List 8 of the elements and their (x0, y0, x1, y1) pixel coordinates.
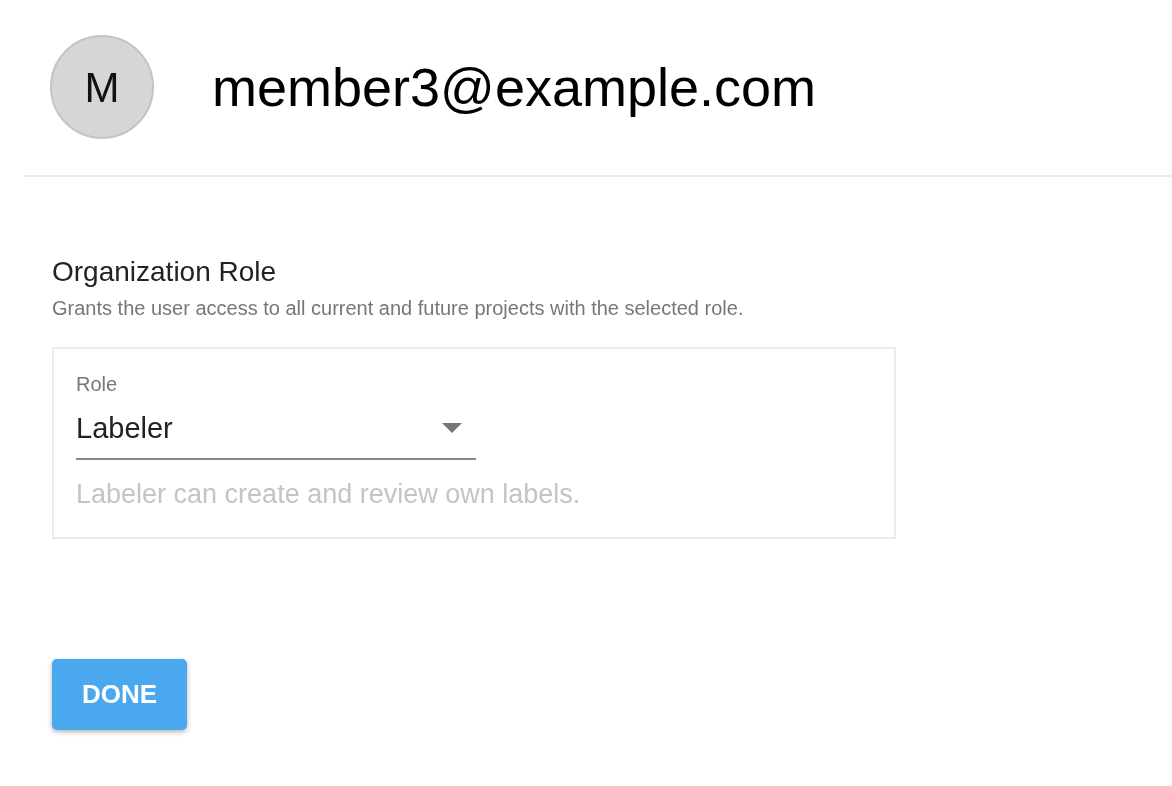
role-dropdown[interactable]: Labeler (76, 402, 476, 461)
field-label: Role (76, 371, 119, 397)
section-description: Grants the user access to all current and future projects with the selected role. (52, 295, 745, 321)
avatar: M (50, 35, 154, 139)
caret-icon (442, 423, 462, 434)
section-title: Organization Role (52, 255, 278, 289)
user-email: member3@example.com (212, 55, 817, 119)
helper-text: Labeler can create and review own labels. (76, 478, 582, 512)
